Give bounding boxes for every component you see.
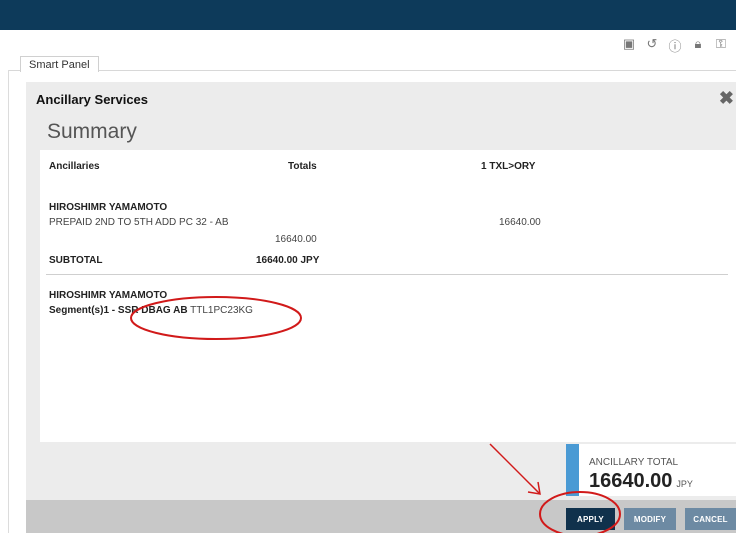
tab-smart-panel[interactable]: Smart Panel	[20, 56, 99, 72]
ssr-passenger-name: HIROSHIMR YAMAMOTO	[49, 290, 168, 301]
ssr-dash: -	[109, 305, 118, 316]
summary-heading: Summary	[47, 120, 137, 143]
total-accent-bar	[566, 444, 579, 496]
column-header-segment: 1 TXL>ORY	[481, 161, 536, 172]
ancillary-total-box: ANCILLARY TOTAL 16640.00 JPY	[566, 444, 736, 496]
toolbar-icons: ▣ ↺ ⓘ 🔒︎ ⚿	[622, 36, 728, 55]
item-description: PREPAID 2ND TO 5TH ADD PC 32 - AB	[49, 217, 229, 228]
key-icon[interactable]: ⚿	[714, 36, 728, 55]
column-header-ancillaries: Ancillaries	[49, 161, 100, 172]
apply-button[interactable]: APPLY	[566, 508, 615, 530]
ancillary-services-panel: Ancillary Services ✖ Summary Ancillaries…	[26, 82, 736, 533]
ssr-code: SSR DBAG AB	[117, 305, 188, 316]
help-icon[interactable]: ⓘ	[668, 36, 682, 55]
subtotal-label: SUBTOTAL	[49, 255, 103, 266]
ancillary-total-label: ANCILLARY TOTAL	[589, 457, 679, 468]
item-segment-amount: 16640.00	[499, 217, 541, 228]
passenger-name: HIROSHIMR YAMAMOTO	[49, 202, 168, 213]
cancel-button[interactable]: CANCEL	[685, 508, 736, 530]
ssr-free-text: TTL1PC23KG	[190, 305, 253, 316]
ssr-line: Segment(s)1 - SSR DBAG AB TTL1PC23KG	[49, 305, 253, 316]
close-icon[interactable]: ✖	[719, 88, 734, 109]
cube-refresh-icon[interactable]: ↺	[645, 36, 659, 55]
total-amount-value: 16640.00	[589, 470, 673, 492]
tab-strip	[8, 70, 736, 71]
column-header-totals: Totals	[288, 161, 317, 172]
top-navigation-bar	[0, 0, 736, 30]
left-divider	[8, 70, 9, 533]
subtotal-value: 16640.00 JPY	[256, 255, 320, 266]
cube-icon[interactable]: ▣	[622, 36, 636, 55]
ancillary-total-amount: 16640.00 JPY	[589, 470, 693, 493]
action-footer: APPLY MODIFY CANCEL	[26, 500, 736, 533]
ssr-segment-label: Segment(s)1	[49, 305, 110, 316]
subtotal-divider	[46, 274, 728, 275]
panel-title: Ancillary Services	[36, 92, 149, 107]
item-total: 16640.00	[275, 234, 317, 245]
summary-content: Ancillaries Totals 1 TXL>ORY HIROSHIMR Y…	[40, 150, 736, 442]
modify-button[interactable]: MODIFY	[624, 508, 676, 530]
lock-icon[interactable]: 🔒︎	[691, 36, 705, 55]
total-currency: JPY	[676, 479, 693, 489]
